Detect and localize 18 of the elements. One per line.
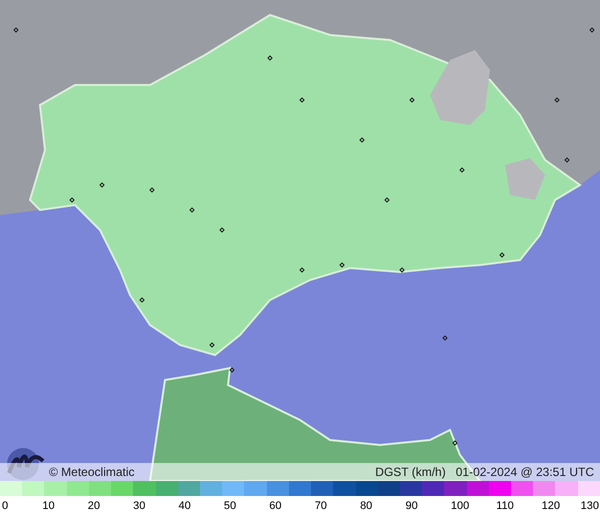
legend-tick-label: 120: [542, 499, 560, 513]
logo-icon: [5, 447, 45, 481]
legend-tick-label: 80: [360, 499, 372, 513]
timestamp: 01-02-2024 @ 23:51 UTC: [456, 464, 594, 480]
variable-label: DGST (km/h): [375, 464, 446, 480]
legend-tick-label: 60: [269, 499, 282, 513]
legend-tick-label: 110: [496, 499, 514, 513]
legend-tick-label: 50: [224, 499, 236, 513]
legend-tick-label: 10: [42, 499, 55, 513]
legend-tick-label: 100: [450, 499, 470, 513]
legend-tick-label: 90: [405, 499, 418, 513]
copyright-text: © Meteoclimatic: [49, 464, 135, 480]
legend-tick-label: 40: [178, 499, 191, 513]
legend-tick-label: 130: [580, 499, 599, 513]
legend-tick-label: 30: [133, 499, 146, 513]
legend-tick-label: 70: [314, 499, 327, 513]
legend-tick-label: 0: [2, 499, 8, 513]
legend-tick-label: 20: [88, 499, 100, 513]
